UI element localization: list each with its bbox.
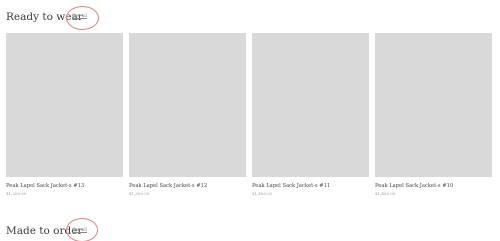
product-image[interactable]	[252, 33, 369, 177]
product-name[interactable]: Peak Lapel Sack Jacket-s #11	[252, 183, 369, 190]
product-card[interactable]: Peak Lapel Sack Jacket-s #12 $1,300.00	[129, 33, 246, 196]
product-card[interactable]: Peak Lapel Sack Jacket-s #10 $1,400.00	[375, 33, 492, 196]
product-name[interactable]: Peak Lapel Sack Jacket-s #10	[375, 183, 492, 190]
section-title-made-to-order: Made to order	[6, 225, 83, 237]
product-image[interactable]	[6, 33, 123, 177]
product-name[interactable]: Peak Lapel Sack Jacket-s #12	[129, 183, 246, 190]
see-all-link-ready-to-wear[interactable]: See all	[72, 14, 87, 20]
product-price: $1,300.00	[129, 191, 150, 196]
see-all-link-made-to-order[interactable]: See all	[72, 228, 87, 234]
product-price: $1,400.00	[252, 191, 273, 196]
product-price: $1,400.00	[375, 191, 396, 196]
product-price: $1,200.00	[6, 191, 27, 196]
product-card[interactable]: Peak Lapel Sack Jacket-s #11 $1,400.00	[252, 33, 369, 196]
product-card[interactable]: Peak Lapel Sack Jacket-s #13 $1,200.00	[6, 33, 123, 196]
product-image[interactable]	[375, 33, 492, 177]
product-name[interactable]: Peak Lapel Sack Jacket-s #13	[6, 183, 123, 190]
product-image[interactable]	[129, 33, 246, 177]
